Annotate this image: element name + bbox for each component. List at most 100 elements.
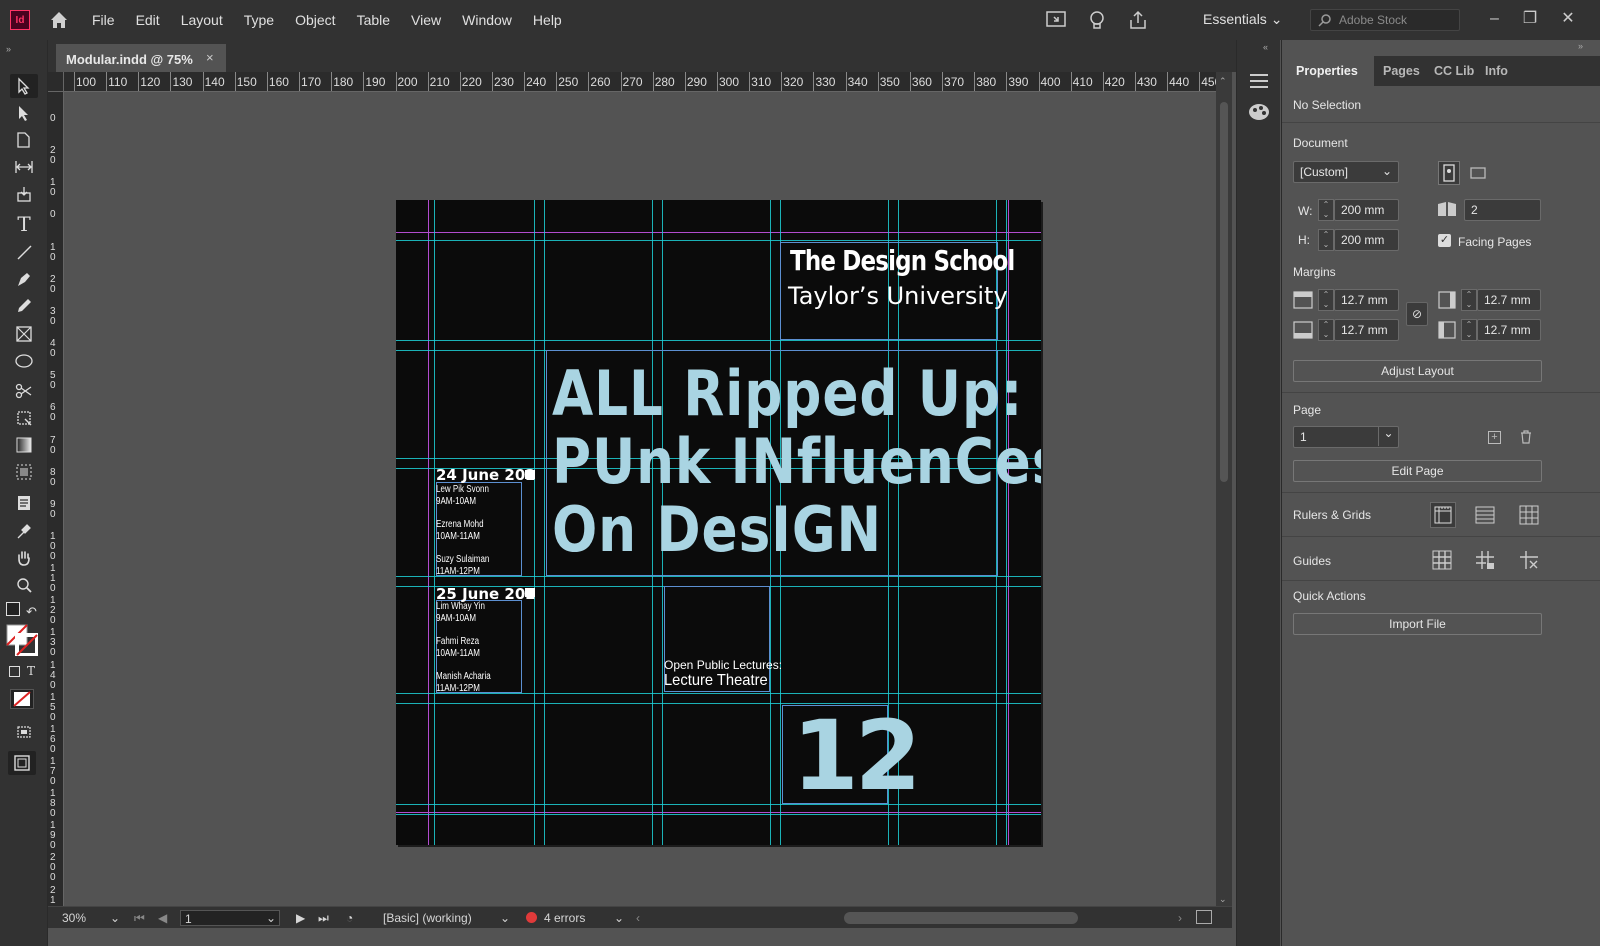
link-margins-icon[interactable]: ⊘ <box>1406 302 1428 326</box>
next-page-icon[interactable]: ▶ <box>296 911 305 925</box>
formatting-text-icon[interactable]: T <box>27 664 35 678</box>
chevron-down-icon[interactable]: ⌄ <box>266 911 276 925</box>
apply-none-icon[interactable] <box>10 689 34 709</box>
document-grid-icon[interactable] <box>1518 504 1540 526</box>
scroll-right-icon[interactable]: › <box>1178 911 1182 925</box>
eyedropper-tool-icon[interactable] <box>10 519 38 543</box>
pencil-tool-icon[interactable] <box>10 294 38 318</box>
width-field[interactable]: 200 mm <box>1334 199 1399 221</box>
menu-window[interactable]: Window <box>462 12 512 28</box>
content-collector-icon[interactable] <box>10 182 38 206</box>
last-page-icon[interactable]: ⏭ <box>318 911 329 926</box>
free-transform-tool-icon[interactable] <box>10 406 38 430</box>
lightbulb-icon[interactable] <box>1085 8 1109 32</box>
menu-edit[interactable]: Edit <box>136 12 160 28</box>
zoom-level[interactable]: 30% <box>62 911 86 925</box>
color-theme-icon[interactable] <box>1247 102 1271 122</box>
document-preset-select[interactable]: [Custom] ⌄ <box>1293 161 1399 183</box>
baseline-grid-icon[interactable] <box>1474 504 1496 526</box>
share-screen-icon[interactable] <box>1044 8 1068 32</box>
smart-guides-icon[interactable] <box>1518 549 1540 571</box>
import-file-button[interactable]: Import File <box>1293 613 1542 635</box>
menu-object[interactable]: Object <box>295 12 335 28</box>
restore-icon[interactable]: ❐ <box>1523 10 1537 27</box>
page-tool-icon[interactable] <box>10 128 38 152</box>
adjust-layout-button[interactable]: Adjust Layout <box>1293 360 1542 382</box>
right-margin-field[interactable]: 12.7 mm <box>1477 319 1541 341</box>
ruler-origin[interactable] <box>48 72 64 92</box>
type-tool-icon[interactable]: T <box>10 212 38 236</box>
preflight-profile[interactable]: [Basic] (working) <box>383 911 472 925</box>
preflight-errors[interactable]: 4 errors <box>544 911 585 925</box>
top-margin-field[interactable]: 12.7 mm <box>1334 289 1399 311</box>
vertical-scrollbar[interactable]: ⌃ ⌄ <box>1216 72 1232 928</box>
preview-mode-icon[interactable] <box>8 751 36 775</box>
swap-colors-icon[interactable]: ↶ <box>26 604 37 620</box>
home-icon[interactable] <box>48 9 70 31</box>
tab-pages[interactable]: Pages <box>1383 64 1420 78</box>
menu-table[interactable]: Table <box>357 12 390 28</box>
height-stepper[interactable]: ⌃ ⌄ <box>1318 229 1334 251</box>
fill-stroke-swatch[interactable] <box>6 624 39 657</box>
show-guides-icon[interactable] <box>1431 549 1453 571</box>
menu-file[interactable]: File <box>92 12 115 28</box>
scroll-left-icon[interactable]: ‹ <box>636 911 640 925</box>
line-tool-icon[interactable] <box>10 240 38 264</box>
chevron-down-icon[interactable]: ⌄ <box>614 911 624 925</box>
scroll-down-icon[interactable]: ⌄ <box>1219 894 1227 905</box>
pen-tool-icon[interactable] <box>10 267 38 291</box>
overset-text-marker[interactable] <box>525 588 535 597</box>
height-field[interactable]: 200 mm <box>1334 229 1399 251</box>
page-number-field[interactable]: 1 <box>180 910 280 926</box>
menu-panel-icon[interactable] <box>1247 72 1271 90</box>
tab-properties[interactable]: Properties <box>1296 64 1358 78</box>
split-window-icon[interactable] <box>1196 910 1212 924</box>
menu-layout[interactable]: Layout <box>181 12 223 28</box>
add-page-icon[interactable]: + <box>1488 431 1501 444</box>
scroll-up-icon[interactable]: ⌃ <box>1219 76 1227 87</box>
open-document-icon[interactable]: ◔ <box>346 911 353 925</box>
note-tool-icon[interactable] <box>10 491 38 515</box>
ellipse-tool-icon[interactable] <box>10 349 38 373</box>
tab-cc-libraries[interactable]: CC Lib <box>1434 64 1474 78</box>
share-icon[interactable] <box>1126 8 1150 32</box>
collapse-panels-icon[interactable]: « <box>1263 42 1268 52</box>
first-page-icon[interactable]: ⏮ <box>134 911 145 926</box>
gradient-feather-tool-icon[interactable] <box>10 460 38 484</box>
horizontal-scroll-thumb[interactable] <box>844 912 1078 924</box>
bottom-margin-stepper[interactable]: ⌃ ⌄ <box>1318 319 1334 341</box>
portrait-orientation-icon[interactable] <box>1438 161 1460 185</box>
gradient-swatch-tool-icon[interactable] <box>10 433 38 457</box>
scissors-tool-icon[interactable] <box>10 379 38 403</box>
lock-guides-icon[interactable] <box>1474 549 1496 571</box>
previous-page-icon[interactable]: ◀ <box>158 911 167 925</box>
workspace-switcher[interactable]: Essentials ⌄ <box>1203 11 1282 28</box>
right-margin-stepper[interactable]: ⌃ ⌄ <box>1461 319 1477 341</box>
width-stepper[interactable]: ⌃ ⌄ <box>1318 199 1334 221</box>
left-margin-field[interactable]: 12.7 mm <box>1477 289 1541 311</box>
zoom-tool-icon[interactable] <box>10 573 38 597</box>
top-margin-stepper[interactable]: ⌃ ⌄ <box>1318 289 1334 311</box>
screen-mode-icon[interactable] <box>10 720 38 744</box>
adobe-stock-search[interactable]: Adobe Stock <box>1310 9 1460 31</box>
hand-tool-icon[interactable] <box>10 546 38 570</box>
minimize-icon[interactable]: – <box>1490 10 1499 27</box>
vertical-ruler[interactable]: 0 20 10 0 10 20 30 40 50 60 70 80 90 100 110 120 130 140 1… <box>48 92 64 928</box>
default-colors-icon[interactable] <box>6 602 20 616</box>
left-margin-stepper[interactable]: ⌃ ⌄ <box>1461 289 1477 311</box>
chevron-down-icon[interactable]: ⌄ <box>110 911 120 925</box>
tab-info[interactable]: Info <box>1485 64 1508 78</box>
close-tab-icon[interactable]: × <box>206 50 214 65</box>
direct-selection-tool-icon[interactable] <box>10 101 38 125</box>
collapse-panel-icon[interactable]: » <box>1578 41 1583 51</box>
document-page[interactable]: The Design School Taylor’s University AL… <box>396 200 1041 845</box>
bottom-margin-field[interactable]: 12.7 mm <box>1334 319 1399 341</box>
horizontal-ruler[interactable]: 100 110 120 130 140 150 160 170 180 190 200 210 220 2… <box>48 72 1220 92</box>
edit-page-button[interactable]: Edit Page <box>1293 460 1542 482</box>
facing-pages-checkbox[interactable]: ✓ <box>1438 234 1451 247</box>
gap-tool-icon[interactable] <box>10 155 38 179</box>
ruler-toggle-icon[interactable] <box>1430 502 1456 528</box>
document-tab[interactable]: Modular.indd @ 75% × <box>56 44 226 72</box>
landscape-orientation-icon[interactable] <box>1468 163 1490 185</box>
page-count-field[interactable]: 2 <box>1464 199 1541 221</box>
